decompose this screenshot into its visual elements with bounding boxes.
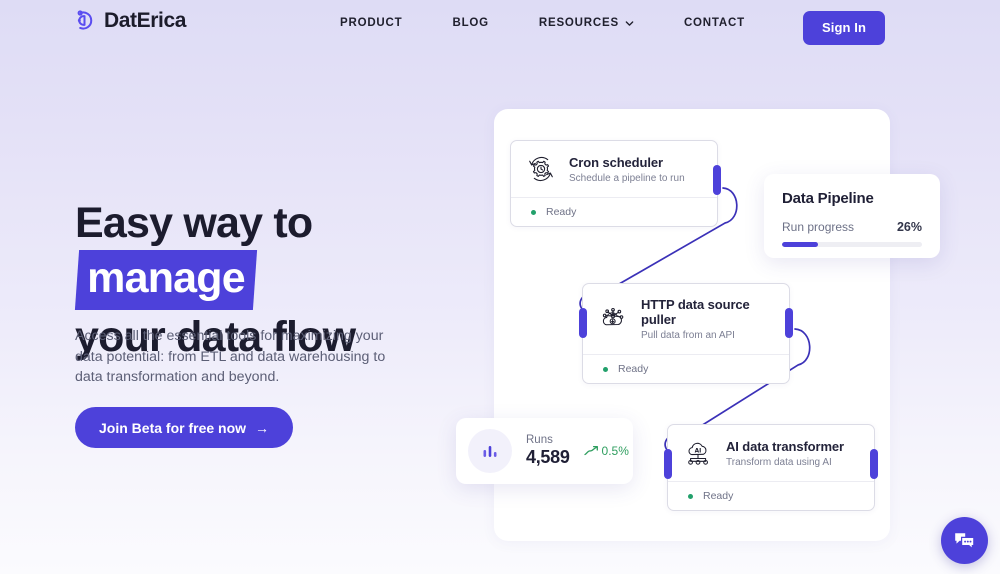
nav-item-contact[interactable]: CONTACT	[684, 17, 745, 29]
status-dot-icon	[603, 366, 608, 372]
sign-in-button[interactable]: Sign In	[802, 11, 885, 45]
node-header: HTTP data source puller Pull data from a…	[583, 284, 789, 354]
runs-delta: 0.5%	[583, 444, 629, 458]
node-header: Cron scheduler Schedule a pipeline to ru…	[511, 141, 717, 197]
node-input-connector[interactable]	[664, 449, 672, 479]
run-progress-row: Run progress 26%	[782, 220, 922, 234]
trend-up-arrow-icon	[583, 445, 598, 456]
daterica-circular-d-logo-icon	[77, 10, 93, 30]
run-progress-label: Run progress	[782, 220, 855, 234]
nav-item-contact-label: CONTACT	[683, 17, 745, 29]
brand-name: DatErica	[104, 8, 187, 32]
svg-text:AI: AI	[695, 448, 702, 454]
node-text: AI data transformer Transform data using…	[726, 439, 844, 468]
status-dot-icon	[688, 493, 693, 499]
runs-delta-value: 0.5%	[601, 444, 629, 458]
nav-item-product[interactable]: PRODUCT	[340, 17, 402, 29]
node-title: Cron scheduler	[569, 154, 663, 170]
main-navigation: PRODUCT BLOG RESOURCES CONTACT	[340, 17, 745, 29]
runs-value: 4,589	[526, 447, 570, 467]
pipeline-node-http-data-source-puller[interactable]: HTTP data source puller Pull data from a…	[579, 283, 793, 384]
site-header: DatErica PRODUCT BLOG RESOURCES CONTACT …	[0, 0, 1000, 48]
cloud-network-download-icon	[602, 307, 624, 326]
arrow-right-icon: →	[255, 419, 270, 436]
bar-chart-icon	[483, 446, 497, 457]
pipeline-node-cron-scheduler[interactable]: Cron scheduler Schedule a pipeline to ru…	[510, 140, 721, 227]
runs-stat-card: Runs 4,589 0.5%	[456, 418, 633, 484]
chat-bubbles-icon	[955, 533, 975, 551]
node-title: HTTP data source puller	[641, 297, 750, 327]
node-output-connector[interactable]	[870, 449, 878, 479]
nav-item-blog[interactable]: BLOG	[452, 17, 488, 29]
node-description: Pull data from an API	[641, 330, 735, 341]
gear-clock-icon	[529, 156, 553, 182]
join-beta-label: Join Beta for free now	[99, 419, 247, 436]
node-title: AI data transformer	[726, 438, 845, 454]
chevron-down-icon	[625, 20, 634, 26]
nav-item-blog-label: BLOG	[452, 17, 489, 29]
node-input-connector[interactable]	[579, 308, 587, 338]
status-badge: Ready	[703, 490, 734, 502]
run-progress-value: 26%	[896, 220, 922, 234]
runs-label: Runs	[526, 434, 553, 446]
nav-item-product-label: PRODUCT	[340, 17, 403, 29]
node-output-connector[interactable]	[713, 165, 721, 195]
chat-widget-button[interactable]	[941, 517, 988, 564]
data-pipeline-title: Data Pipeline	[782, 190, 874, 207]
status-dot-icon	[531, 209, 536, 215]
pipeline-node-ai-data-transformer[interactable]: AI AI data transformer Transform data us…	[664, 424, 878, 511]
nav-item-resources[interactable]: RESOURCES	[539, 17, 634, 29]
node-description: Transform data using AI	[726, 456, 832, 468]
hero-subtext: Access all the essential tools for maxim…	[75, 328, 386, 385]
brand-logo[interactable]: DatErica	[72, 8, 186, 33]
runs-icon-badge	[468, 429, 512, 473]
node-text: HTTP data source puller Pull data from a…	[641, 297, 775, 341]
node-output-connector[interactable]	[785, 308, 793, 338]
status-badge: Ready	[618, 363, 649, 375]
ai-cloud-node-icon: AI	[688, 442, 708, 465]
progress-bar-fill	[782, 242, 819, 247]
node-description: Schedule a pipeline to run	[569, 172, 685, 184]
join-beta-button[interactable]: Join Beta for free now →	[75, 407, 294, 448]
node-status-row: Ready	[583, 354, 789, 383]
node-status-row: Ready	[511, 197, 717, 226]
nav-item-resources-label: RESOURCES	[538, 17, 619, 29]
node-text: Cron scheduler Schedule a pipeline to ru…	[569, 155, 685, 184]
headline-highlight: manage	[74, 250, 257, 310]
headline-line1-prefix: Easy way to	[75, 199, 313, 247]
runs-text: Runs 4,589	[526, 434, 570, 468]
node-header: AI AI data transformer Transform data us…	[668, 425, 874, 481]
node-status-row: Ready	[668, 481, 874, 510]
status-badge: Ready	[546, 206, 577, 218]
progress-bar-track	[782, 242, 922, 247]
data-pipeline-card: Data Pipeline Run progress 26%	[764, 174, 940, 258]
headline-highlight-text: manage	[87, 254, 245, 302]
